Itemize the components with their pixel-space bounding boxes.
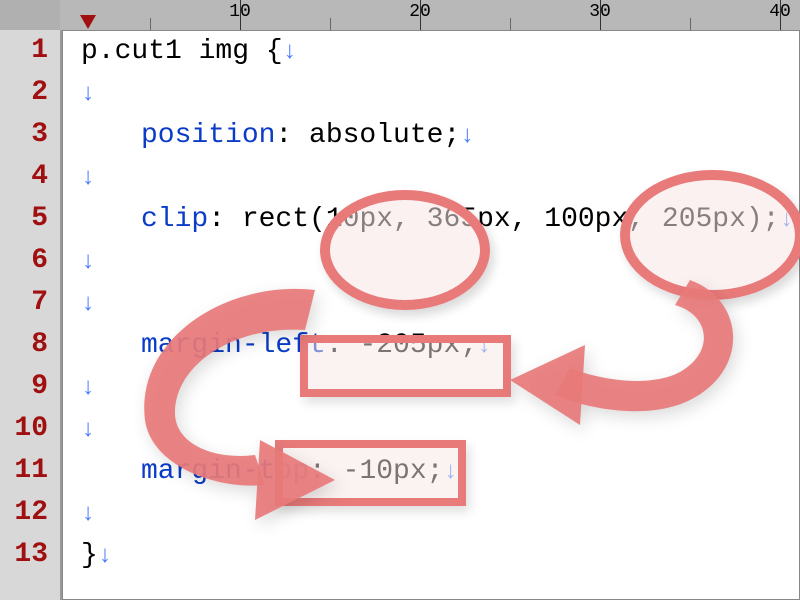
- eol-icon: ↓: [98, 543, 112, 570]
- ruler-tick-label: 30: [589, 2, 611, 22]
- ruler-tick-label: 40: [769, 2, 791, 22]
- line-number: 12: [0, 492, 60, 534]
- line-number: 5: [0, 198, 60, 240]
- code-line: ↓: [63, 283, 799, 325]
- eol-icon: ↓: [81, 501, 95, 528]
- code-line: position: absolute;↓: [63, 115, 799, 157]
- code-line: ↓: [63, 241, 799, 283]
- css-value: : absolute;: [275, 120, 460, 151]
- line-number: 3: [0, 114, 60, 156]
- eol-icon: ↓: [81, 291, 95, 318]
- code-line: p.cut1 img {↓: [63, 31, 799, 73]
- css-value: : rect(10px, 365px, 100px, 205px);: [208, 204, 779, 235]
- line-number: 8: [0, 324, 60, 366]
- code-line: ↓: [63, 409, 799, 451]
- caret-marker-icon: [80, 15, 96, 29]
- line-number: 6: [0, 240, 60, 282]
- eol-icon: ↓: [780, 207, 794, 234]
- eol-icon: ↓: [443, 459, 457, 486]
- eol-icon: ↓: [81, 249, 95, 276]
- line-number: 10: [0, 408, 60, 450]
- line-number: 4: [0, 156, 60, 198]
- line-number: 2: [0, 72, 60, 114]
- eol-icon: ↓: [81, 81, 95, 108]
- css-property: clip: [141, 204, 208, 235]
- code-text: p.cut1 img {: [81, 36, 283, 67]
- horizontal-ruler: 10 20 30 40: [60, 0, 800, 31]
- eol-icon: ↓: [283, 39, 297, 66]
- code-line: margin-top: -10px;↓: [63, 451, 799, 493]
- line-number-gutter: 1 2 3 4 5 6 7 8 9 10 11 12 13: [0, 30, 62, 600]
- line-number: 1: [0, 30, 60, 72]
- css-property: margin-left: [141, 330, 326, 361]
- code-line: ↓: [63, 73, 799, 115]
- code-editor[interactable]: p.cut1 img {↓ ↓ position: absolute;↓ ↓ c…: [62, 30, 800, 600]
- css-value: : -205px;: [326, 330, 477, 361]
- ruler-tick-label: 10: [229, 2, 251, 22]
- css-property: position: [141, 120, 275, 151]
- eol-icon: ↓: [81, 375, 95, 402]
- eol-icon: ↓: [460, 123, 474, 150]
- line-number: 7: [0, 282, 60, 324]
- code-line: margin-left: -205px;↓: [63, 325, 799, 367]
- eol-icon: ↓: [81, 165, 95, 192]
- line-number: 11: [0, 450, 60, 492]
- code-line: }↓: [63, 535, 799, 577]
- code-line: ↓: [63, 493, 799, 535]
- ruler-tick-label: 20: [409, 2, 431, 22]
- line-number: 13: [0, 534, 60, 576]
- code-line: clip: rect(10px, 365px, 100px, 205px);↓: [63, 199, 799, 241]
- line-number: 9: [0, 366, 60, 408]
- code-line: ↓: [63, 367, 799, 409]
- eol-icon: ↓: [477, 333, 491, 360]
- code-text: }: [81, 540, 98, 571]
- eol-icon: ↓: [81, 417, 95, 444]
- css-value: : -10px;: [309, 456, 443, 487]
- css-property: margin-top: [141, 456, 309, 487]
- code-line: ↓: [63, 157, 799, 199]
